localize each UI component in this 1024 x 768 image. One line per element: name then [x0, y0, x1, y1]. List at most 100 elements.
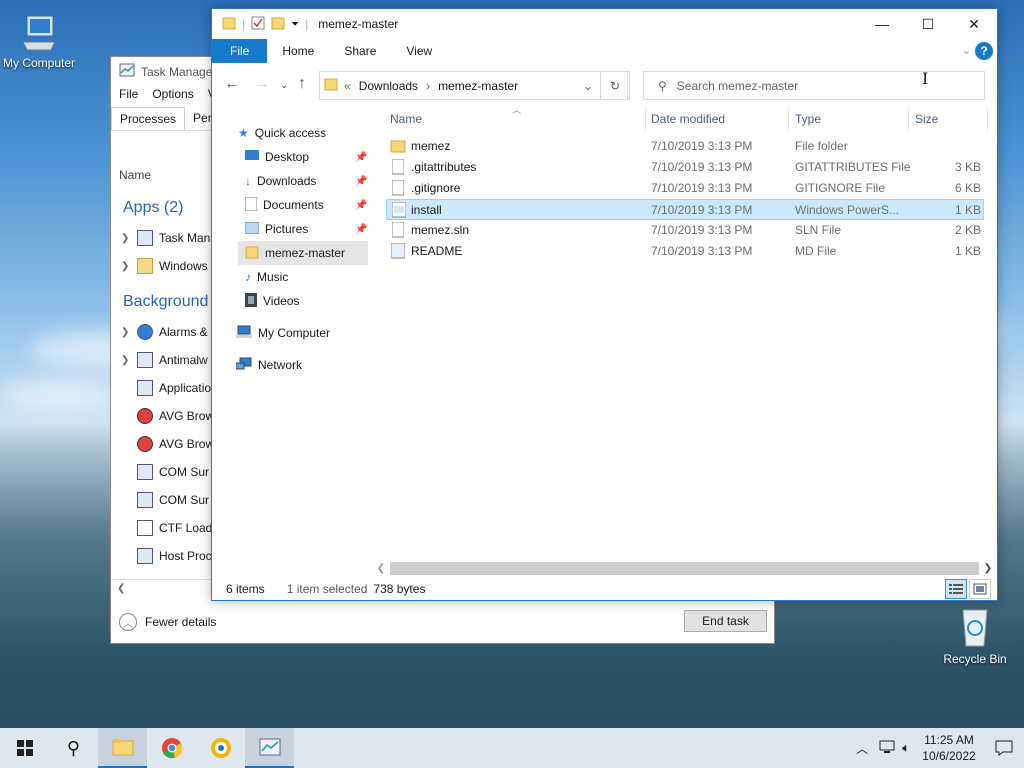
nav-desktop[interactable]: Desktop 📌 — [245, 145, 369, 169]
process-row[interactable]: ❯ Task Man — [121, 228, 210, 248]
menu-file[interactable]: File — [119, 87, 138, 101]
ribbon-tab-file[interactable]: File — [212, 39, 268, 63]
volume-icon[interactable]: 🔈︎ — [902, 740, 910, 756]
taskbar-avg-browser[interactable] — [196, 728, 245, 768]
customize-toolbar-icon[interactable]: ⏷ — [291, 19, 299, 30]
taskbar-file-explorer[interactable] — [98, 728, 147, 768]
nav-documents[interactable]: Documents 📌 — [244, 193, 369, 217]
address-overflow[interactable]: « — [344, 79, 351, 93]
file-row-selected[interactable]: install 7/10/2019 3:13 PM Windows PowerS… — [386, 199, 984, 220]
scroll-left-arrow-icon[interactable]: ❮ — [117, 583, 125, 594]
address-bar[interactable]: « Downloads › memez-master ⌄ — [319, 71, 628, 100]
chevron-right-icon[interactable]: ❯ — [121, 233, 131, 244]
search-box[interactable]: ⚲ Search memez-master — [643, 71, 985, 100]
scroll-right-arrow-icon[interactable]: ❯ — [981, 563, 995, 574]
search-button[interactable]: ⚲ — [49, 728, 98, 768]
column-date-modified[interactable]: Date modified — [651, 112, 725, 126]
ribbon-tab-view[interactable]: View — [391, 39, 447, 63]
recycle-bin-icon — [955, 604, 995, 648]
task-manager-titlebar[interactable]: Task Manager — [119, 63, 216, 80]
new-folder-icon[interactable] — [271, 16, 285, 33]
file-size: 3 KB — [954, 160, 981, 174]
chevron-right-icon[interactable]: ❯ — [121, 327, 131, 338]
notifications-icon[interactable] — [984, 740, 1024, 756]
process-row[interactable]: AVG Brow — [121, 434, 214, 454]
process-row[interactable]: AVG Brow — [121, 406, 214, 426]
taskbar-chrome[interactable] — [147, 728, 196, 768]
nav-network[interactable]: Network — [235, 353, 302, 377]
horizontal-scrollbar[interactable]: ❮ ❯ — [374, 560, 995, 577]
column-size[interactable]: Size — [915, 112, 938, 126]
network-status-icon[interactable] — [878, 740, 896, 757]
recent-locations-icon[interactable]: ⌄ — [280, 80, 288, 91]
fewer-details-button[interactable]: ︿ Fewer details — [119, 613, 216, 631]
nav-videos[interactable]: Videos — [245, 289, 299, 313]
menu-options[interactable]: Options — [152, 87, 193, 101]
forward-arrow-icon[interactable]: → — [254, 75, 270, 93]
back-arrow-icon[interactable]: ← — [224, 75, 240, 93]
explorer-titlebar[interactable]: | ⏷ | memez-master — ☐ ✕ — [212, 9, 997, 39]
file-row[interactable]: memez 7/10/2019 3:13 PM File folder — [386, 136, 984, 157]
horizontal-scrollbar[interactable]: ❮ — [111, 579, 211, 596]
nav-quick-access[interactable]: ★ Quick access — [238, 121, 326, 145]
tab-processes[interactable]: Processes — [111, 107, 186, 130]
close-icon[interactable]: ✕ — [951, 9, 997, 39]
breadcrumb-downloads[interactable]: Downloads — [359, 79, 418, 93]
process-row[interactable]: Host Proc — [121, 546, 212, 566]
file-row[interactable]: .gitignore 7/10/2019 3:13 PM GITIGNORE F… — [386, 178, 984, 199]
clock[interactable]: 11:25 AM 10/6/2022 — [914, 732, 984, 764]
show-hidden-icons-icon[interactable]: ︿ — [856, 740, 868, 757]
scrollbar-thumb[interactable] — [390, 562, 979, 575]
file-explorer-window[interactable]: | ⏷ | memez-master — ☐ ✕ File Home Share… — [211, 8, 998, 601]
process-row[interactable]: COM Sur — [121, 490, 209, 510]
pin-icon[interactable]: 📌 — [355, 152, 367, 163]
taskbar-task-manager[interactable] — [245, 728, 294, 768]
file-row[interactable]: README 7/10/2019 3:13 PM MD File 1 KB — [386, 241, 984, 262]
chevron-right-icon[interactable]: ❯ — [121, 261, 131, 272]
details-view-icon[interactable] — [945, 579, 967, 599]
refresh-icon[interactable]: ↻ — [600, 71, 630, 100]
nav-music[interactable]: ♪ Music — [245, 265, 288, 289]
properties-icon[interactable] — [251, 16, 265, 33]
network-icon — [235, 357, 252, 374]
process-row[interactable]: CTF Load — [121, 518, 212, 538]
file-date: 7/10/2019 3:13 PM — [651, 223, 753, 237]
search-placeholder[interactable]: Search memez-master — [677, 79, 798, 93]
process-row[interactable]: ❯ Windows — [121, 256, 208, 276]
apps-heading: Apps (2) — [123, 199, 184, 216]
pin-icon[interactable]: 📌 — [355, 200, 367, 211]
process-row[interactable]: ❯ Alarms & — [121, 322, 208, 342]
ribbon-tab-home[interactable]: Home — [267, 39, 329, 63]
help-icon[interactable]: ? — [975, 42, 993, 60]
column-type[interactable]: Type — [795, 112, 821, 126]
breadcrumb-memez-master[interactable]: memez-master — [438, 79, 518, 93]
maximize-icon[interactable]: ☐ — [905, 9, 951, 39]
file-row[interactable]: .gitattributes 7/10/2019 3:13 PM GITATTR… — [386, 157, 984, 178]
nav-label: memez-master — [265, 246, 346, 260]
up-arrow-icon[interactable]: ↑ — [298, 75, 306, 93]
end-task-button[interactable]: End task — [684, 610, 767, 632]
folder-icon — [390, 138, 406, 157]
pin-icon[interactable]: 📌 — [355, 176, 367, 187]
expand-ribbon-icon[interactable]: ⌄ — [962, 44, 971, 57]
chevron-right-icon[interactable]: ❯ — [121, 355, 131, 366]
chevron-down-icon[interactable]: ⌄ — [583, 79, 593, 93]
desktop-icon-recycle-bin[interactable]: Recycle Bin — [930, 604, 1020, 666]
process-row[interactable]: ❯ Antimalw — [121, 350, 208, 370]
pin-icon[interactable]: 📌 — [355, 224, 367, 235]
ribbon-tab-share[interactable]: Share — [329, 39, 391, 63]
minimize-icon[interactable]: — — [859, 9, 905, 39]
column-name-header[interactable]: Name — [119, 168, 151, 182]
large-icons-view-icon[interactable] — [969, 579, 991, 599]
nav-pictures[interactable]: Pictures 📌 — [244, 217, 369, 241]
nav-downloads[interactable]: ↓ Downloads 📌 — [245, 169, 369, 193]
nav-my-computer[interactable]: My Computer — [236, 321, 330, 345]
file-row[interactable]: memez.sln 7/10/2019 3:13 PM SLN File 2 K… — [386, 220, 984, 241]
process-row[interactable]: COM Sur — [121, 462, 209, 482]
nav-memez-master[interactable]: memez-master — [238, 241, 368, 265]
start-button[interactable] — [0, 728, 49, 768]
column-name[interactable]: Name — [390, 112, 422, 126]
process-row[interactable]: Applicatio — [121, 378, 211, 398]
desktop-icon-my-computer[interactable]: My Computer — [0, 12, 84, 70]
scroll-left-arrow-icon[interactable]: ❮ — [374, 563, 388, 574]
